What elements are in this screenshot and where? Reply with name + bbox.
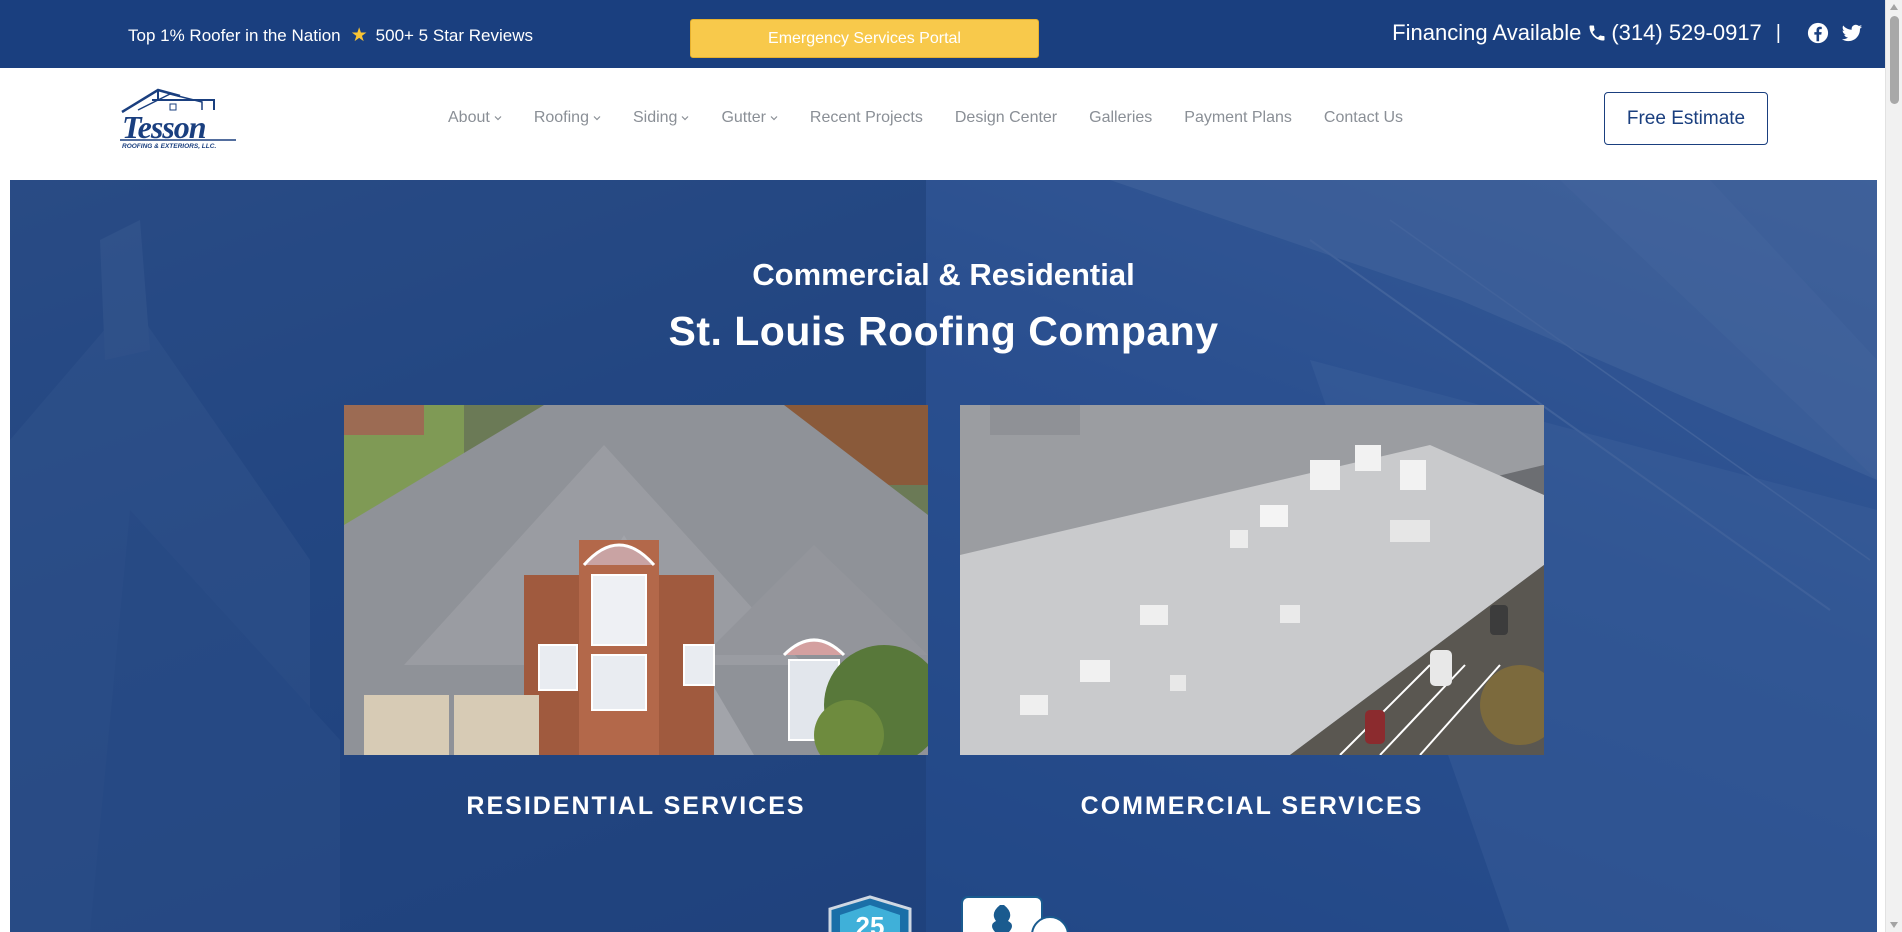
nav-item-label: Payment Plans <box>1184 109 1292 126</box>
house-roof-photo <box>344 405 928 755</box>
topbar-right: Financing Available (314) 529-0917 | <box>1392 20 1863 46</box>
page-scrollbar[interactable] <box>1885 0 1902 932</box>
nav-item-roofing[interactable]: Roofing <box>534 109 601 127</box>
chevron-down-icon <box>770 116 778 121</box>
residential-services-link[interactable]: RESIDENTIAL SERVICES <box>344 792 928 821</box>
tagline-text: Top 1% Roofer in the Nation <box>128 25 341 45</box>
residential-services-image[interactable] <box>344 405 928 755</box>
nav-item-label: About <box>448 109 490 126</box>
nav-item-label: Roofing <box>533 109 589 126</box>
nav-item-siding[interactable]: Siding <box>633 109 689 127</box>
nav-item-label: Contact Us <box>1323 109 1404 126</box>
free-estimate-button[interactable]: Free Estimate <box>1604 92 1768 145</box>
chevron-down-icon <box>682 116 689 121</box>
nav-item-label: Gutter <box>721 109 766 126</box>
hero-section: Commercial & Residential St. Louis Roofi… <box>10 180 1877 932</box>
commercial-services-image[interactable] <box>960 405 1544 755</box>
chevron-down-icon <box>593 116 601 121</box>
star-icon: ★ <box>350 25 368 46</box>
scroll-up-icon[interactable] <box>1890 4 1898 10</box>
main-nav: About Roofing Siding Gutter Recent Proje… <box>448 109 1403 127</box>
nav-item-contact-us[interactable]: Contact Us <box>1324 109 1403 127</box>
nav-item-design-center[interactable]: Design Center <box>955 109 1057 127</box>
scrollbar-thumb[interactable] <box>1890 16 1899 104</box>
nav-item-recent-projects[interactable]: Recent Projects <box>810 109 923 127</box>
phone-icon <box>1589 25 1605 41</box>
nav-item-label: Design Center <box>954 109 1058 126</box>
bbb-badge <box>961 896 1069 932</box>
facebook-icon[interactable] <box>1807 22 1829 44</box>
svg-text:ROOFING & EXTERIORS, LLC.: ROOFING & EXTERIORS, LLC. <box>122 143 216 150</box>
site-header: Tesson ROOFING & EXTERIORS, LLC. About R… <box>0 68 1885 180</box>
nav-item-gutter[interactable]: Gutter <box>721 109 778 127</box>
logo-graphic: Tesson ROOFING & EXTERIORS, LLC. <box>120 88 236 150</box>
nav-item-label: Siding <box>632 109 678 126</box>
company-logo[interactable]: Tesson ROOFING & EXTERIORS, LLC. <box>118 86 240 152</box>
nav-item-payment-plans[interactable]: Payment Plans <box>1184 109 1292 127</box>
top-bar: Top 1% Roofer in the Nation ★ 500+ 5 Sta… <box>0 0 1885 68</box>
nav-item-label: Galleries <box>1089 109 1153 126</box>
25-year-badge: 25 <box>828 895 912 932</box>
hero-title: St. Louis Roofing Company <box>668 308 1219 354</box>
svg-text:25: 25 <box>856 911 885 932</box>
scroll-down-icon[interactable] <box>1890 922 1898 928</box>
hero-subtitle: Commercial & Residential <box>752 257 1135 292</box>
reviews-text[interactable]: 500+ 5 Star Reviews <box>376 26 533 46</box>
commercial-roof-photo <box>960 405 1544 755</box>
nav-item-label: Recent Projects <box>809 109 923 126</box>
chevron-down-icon <box>494 116 502 121</box>
nav-item-galleries[interactable]: Galleries <box>1089 109 1152 127</box>
phone-number-link[interactable]: (314) 529-0917 <box>1611 20 1761 46</box>
nav-item-about[interactable]: About <box>448 109 502 127</box>
commercial-services-link[interactable]: COMMERCIAL SERVICES <box>960 792 1544 821</box>
topbar-left: Top 1% Roofer in the Nation ★ 500+ 5 Sta… <box>128 24 533 47</box>
separator: | <box>1775 21 1781 44</box>
financing-link[interactable]: Financing Available <box>1392 20 1581 46</box>
emergency-services-button[interactable]: Emergency Services Portal <box>690 19 1039 58</box>
twitter-icon[interactable] <box>1841 22 1863 44</box>
